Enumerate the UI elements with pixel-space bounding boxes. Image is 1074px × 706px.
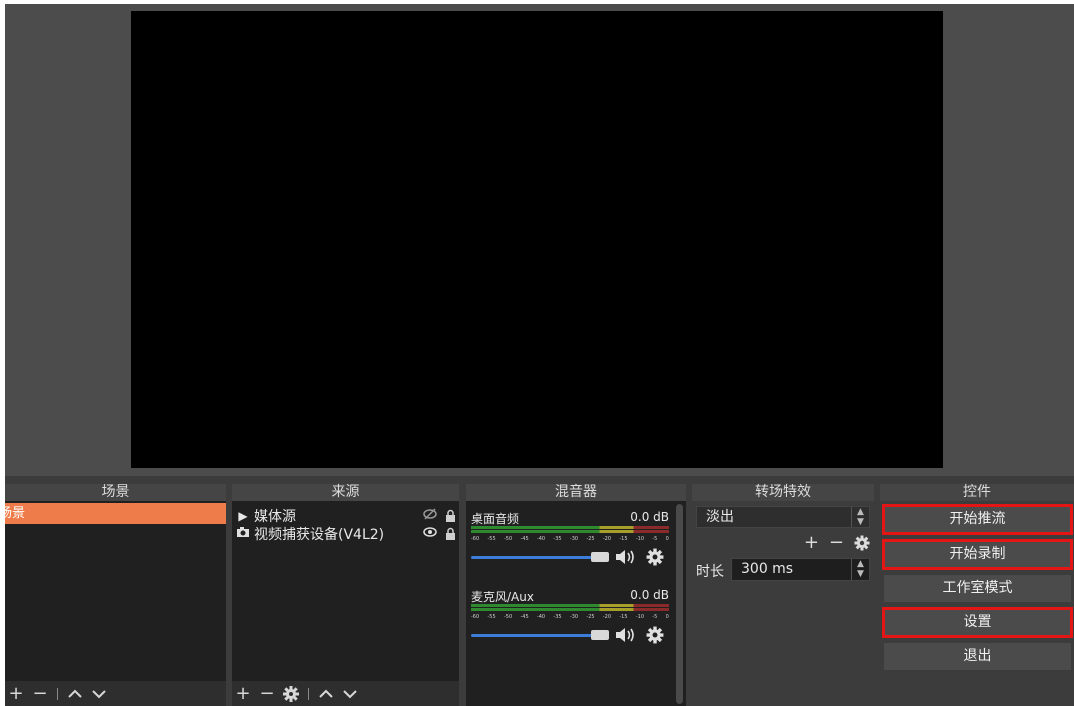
duration-value: 300 ms — [741, 561, 794, 577]
studio-mode-button[interactable]: 工作室模式 — [884, 575, 1071, 602]
controls-panel: 开始推流 开始录制 工作室模式 设置 退出 — [880, 501, 1074, 706]
transition-select[interactable]: 淡出 ▲ ▼ — [696, 506, 870, 528]
remove-scene-icon[interactable]: − — [31, 683, 49, 704]
sources-panel: ▶ 媒体源 视频捕获设备(V4L2) + − — [232, 501, 459, 706]
add-source-icon[interactable]: + — [234, 683, 252, 704]
meter-scale: -60 -55 -50 -45 -40 -35 -30 -25 -20 -15 -10 -5 0 — [471, 614, 669, 620]
camera-icon — [232, 526, 254, 541]
channel-name: 麦克风/Aux — [471, 590, 534, 604]
meter-scale: -60 -55 -50 -45 -40 -35 -30 -25 -20 -15 -10 -5 0 — [471, 536, 669, 542]
volume-meter — [471, 604, 669, 612]
source-item-media[interactable]: ▶ 媒体源 — [232, 507, 459, 525]
source-properties-gear-icon[interactable] — [282, 684, 300, 704]
toolbar-separator — [57, 687, 58, 700]
duration-label: 时长 — [696, 564, 724, 580]
volume-meter — [471, 526, 669, 534]
source-item-video-capture[interactable]: 视频捕获设备(V4L2) — [232, 525, 459, 543]
transition-selected: 淡出 — [706, 509, 734, 525]
duration-input[interactable]: 300 ms ▲ ▼ — [731, 558, 870, 581]
scenes-dock-title: 场景 — [5, 484, 226, 501]
gear-icon[interactable] — [646, 626, 664, 644]
select-spinner-icon: ▲ ▼ — [851, 507, 869, 527]
scenes-panel: 场景 + − — [5, 501, 226, 706]
settings-button[interactable]: 设置 — [882, 607, 1073, 638]
channel-name: 桌面音频 — [471, 512, 520, 526]
eye-icon[interactable] — [419, 526, 441, 542]
preview-area — [5, 4, 1074, 476]
scenes-toolbar: + − — [5, 681, 226, 706]
start-recording-button[interactable]: 开始录制 — [882, 539, 1073, 570]
eye-hidden-icon[interactable] — [419, 507, 441, 524]
sources-dock-title: 来源 — [232, 484, 459, 501]
move-down-icon[interactable] — [341, 684, 359, 704]
mixer-dock-title: 混音器 — [466, 484, 686, 501]
preview-canvas[interactable] — [131, 11, 943, 468]
mixer-channel-mic: 麦克风/Aux 0.0 dB -60 -55 -50 -45 -40 -35 -30 -25-… — [471, 581, 669, 651]
toolbar-separator — [308, 687, 309, 700]
add-transition-icon[interactable]: + — [804, 532, 819, 553]
move-up-icon[interactable] — [66, 684, 84, 704]
mixer-channel-desktop: 桌面音频 0.0 dB -60 -55 -50 -45 -40 -35 -30 -25 -20-… — [471, 503, 669, 573]
source-label: 视频捕获设备(V4L2) — [254, 526, 385, 543]
transition-tools: + − — [804, 532, 870, 553]
play-icon: ▶ — [238, 508, 248, 523]
gear-icon[interactable] — [646, 548, 664, 566]
volume-fader-row — [471, 626, 669, 644]
mixer-scrollbar[interactable] — [676, 504, 683, 704]
speaker-icon[interactable] — [614, 626, 638, 644]
move-down-icon[interactable] — [90, 684, 108, 704]
remove-source-icon[interactable]: − — [258, 683, 276, 704]
transition-gear-icon[interactable] — [854, 535, 870, 551]
exit-button[interactable]: 退出 — [884, 643, 1071, 670]
move-up-icon[interactable] — [317, 684, 335, 704]
lock-icon[interactable] — [441, 509, 459, 522]
volume-slider-handle[interactable] — [591, 552, 609, 562]
transitions-dock-title: 转场特效 — [692, 484, 874, 501]
mixer-panel: 桌面音频 0.0 dB -60 -55 -50 -45 -40 -35 -30 -25 -20-… — [466, 501, 686, 706]
add-scene-icon[interactable]: + — [7, 683, 25, 704]
channel-db: 0.0 dB — [630, 510, 669, 524]
obs-main-window: 场景 场景 + − 来源 ▶ 媒体源 视频捕获设备(V4L2) + − 混音器 … — [5, 4, 1074, 706]
transitions-panel: 淡出 ▲ ▼ + − 时长 300 ms ▲ ▼ — [692, 501, 874, 706]
controls-dock-title: 控件 — [880, 484, 1074, 501]
volume-slider-handle[interactable] — [591, 630, 609, 640]
remove-transition-icon[interactable]: − — [829, 532, 844, 553]
duration-stepper-icon[interactable]: ▲ ▼ — [851, 559, 869, 580]
speaker-icon[interactable] — [614, 548, 638, 566]
start-streaming-button[interactable]: 开始推流 — [882, 504, 1073, 535]
lock-icon[interactable] — [441, 527, 459, 540]
sources-toolbar: + − — [232, 681, 459, 706]
volume-slider[interactable] — [471, 634, 596, 637]
channel-db: 0.0 dB — [630, 588, 669, 602]
volume-fader-row — [471, 548, 669, 566]
source-label: 媒体源 — [254, 508, 296, 525]
scene-item[interactable]: 场景 — [5, 503, 226, 524]
volume-slider[interactable] — [471, 556, 596, 559]
